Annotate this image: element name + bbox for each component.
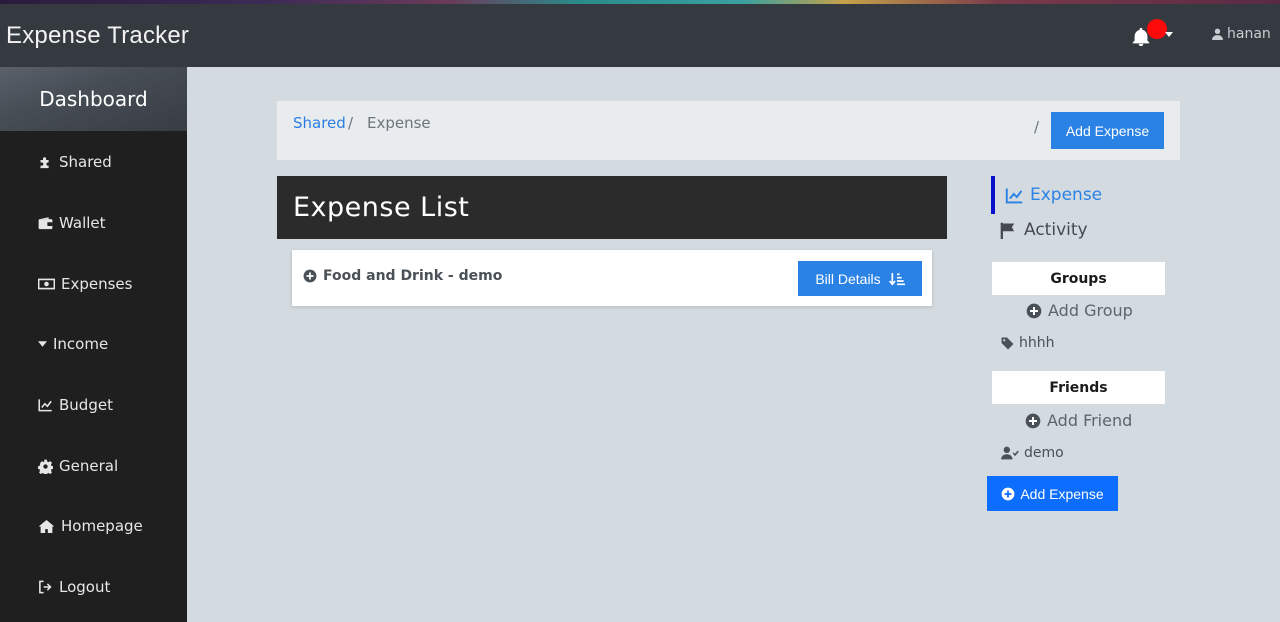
add-group-link[interactable]: Add Group (1026, 301, 1133, 320)
notification-badge (1147, 19, 1167, 39)
sidebar-item-label: Income (53, 335, 109, 353)
groups-heading: Groups (992, 262, 1165, 295)
sidebar-item-income[interactable]: Income (38, 335, 108, 353)
tab-expense[interactable]: Expense (991, 176, 1102, 214)
sidebar-dashboard[interactable]: Dashboard (0, 67, 187, 131)
friend-name: demo (1024, 445, 1064, 461)
sidebar: Dashboard Shared Wallet Expenses Income (0, 67, 187, 622)
sidebar-item-shared[interactable]: Shared (38, 153, 112, 171)
plus-circle-icon (303, 269, 317, 283)
add-friend-link[interactable]: Add Friend (1025, 411, 1132, 430)
group-name: hhhh (1019, 335, 1055, 351)
sidebar-item-logout[interactable]: Logout (38, 578, 110, 596)
tab-activity[interactable]: Activity (1000, 220, 1088, 240)
home-icon (38, 519, 55, 533)
add-expense-side-label: Add Expense (1020, 485, 1104, 502)
user-check-icon (1001, 446, 1019, 460)
add-group-label: Add Group (1048, 301, 1133, 320)
chevron-down-icon (1165, 32, 1173, 37)
caret-down-icon (38, 341, 47, 347)
sidebar-item-label: Expenses (61, 275, 133, 293)
tab-activity-label: Activity (1024, 220, 1088, 240)
sidebar-item-budget[interactable]: Budget (38, 396, 113, 414)
sidebar-item-homepage[interactable]: Homepage (38, 517, 143, 535)
chart-line-icon (1005, 188, 1023, 203)
tag-icon (1001, 337, 1014, 349)
sidebar-item-expenses[interactable]: Expenses (38, 275, 132, 293)
breadcrumb-separator: / (1034, 118, 1040, 136)
sidebar-item-label: Shared (59, 153, 112, 171)
flag-icon (1000, 222, 1015, 239)
chart-line-icon (38, 399, 52, 412)
sidebar-item-general[interactable]: General (38, 457, 118, 475)
add-expense-side-button[interactable]: Add Expense (987, 476, 1118, 511)
page-title: Expense List (277, 176, 947, 239)
cog-icon (38, 459, 53, 474)
plus-circle-icon (1001, 487, 1015, 500)
sidebar-item-label: Budget (59, 396, 113, 414)
expense-item-toggle[interactable]: Food and Drink - demo (303, 268, 502, 284)
add-friend-label: Add Friend (1047, 411, 1133, 430)
puzzle-icon (40, 156, 49, 168)
breadcrumb-link-shared[interactable]: Shared (293, 114, 346, 132)
bill-details-button[interactable]: Bill Details (798, 261, 922, 296)
sidebar-item-label: General (59, 457, 119, 475)
breadcrumb-separator: / (348, 114, 354, 132)
list-item: Food and Drink - demo Bill Details (292, 250, 932, 306)
sidebar-item-label: Wallet (59, 214, 106, 232)
user-icon (1212, 28, 1223, 40)
wallet-icon (38, 216, 53, 229)
sidebar-item-label: Logout (59, 578, 111, 596)
sort-amount-down-icon (888, 272, 905, 286)
brand-title[interactable]: Expense Tracker (6, 22, 189, 50)
tab-expense-label: Expense (1030, 185, 1103, 205)
expense-item-label: Food and Drink - demo (323, 268, 503, 284)
breadcrumb: Shared / Expense / Add Expense (277, 101, 1180, 160)
user-name: hanan (1227, 26, 1271, 42)
notification-button[interactable] (1130, 19, 1174, 50)
user-menu[interactable]: hanan (1211, 26, 1271, 42)
top-navbar: Expense Tracker hanan (0, 4, 1280, 67)
plus-circle-icon (1025, 413, 1041, 428)
friends-heading: Friends (992, 371, 1165, 404)
bill-details-label: Bill Details (815, 270, 881, 287)
sign-out-icon (39, 580, 52, 594)
friend-item[interactable]: demo (1001, 445, 1064, 461)
sidebar-item-label: Homepage (61, 517, 143, 535)
group-item[interactable]: hhhh (1001, 335, 1055, 351)
plus-circle-icon (1026, 303, 1042, 318)
add-expense-button[interactable]: Add Expense (1051, 112, 1164, 149)
money-bill-icon (38, 278, 55, 290)
sidebar-item-wallet[interactable]: Wallet (38, 214, 106, 232)
breadcrumb-current: Expense (367, 114, 431, 132)
